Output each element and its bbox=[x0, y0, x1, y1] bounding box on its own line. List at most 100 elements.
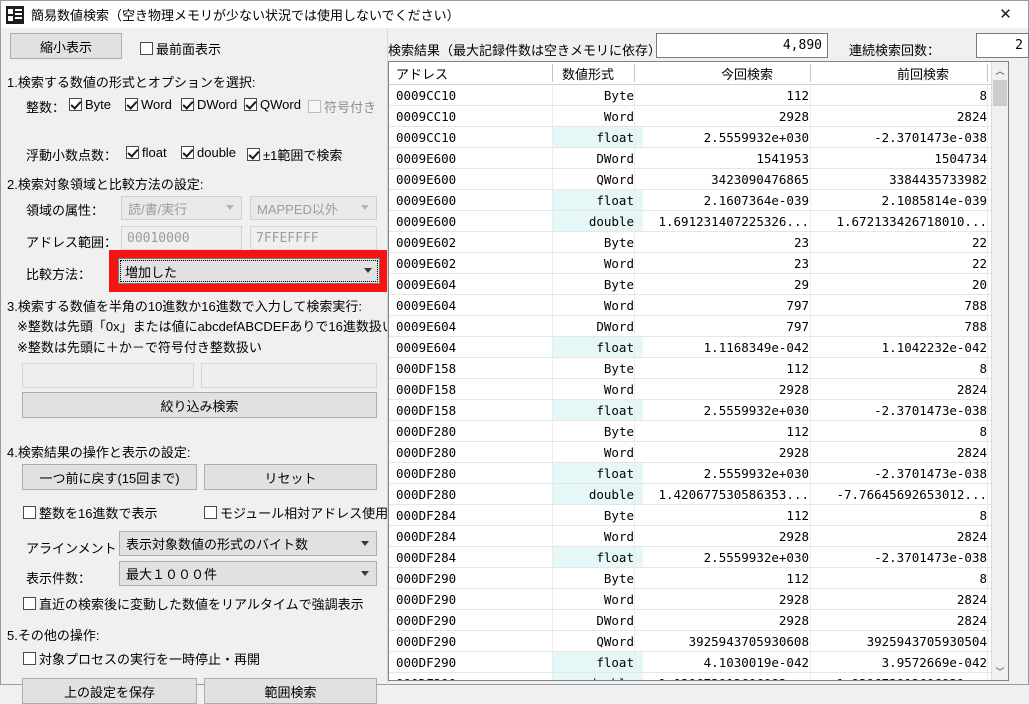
checkbox-byte[interactable]: Byte bbox=[69, 97, 111, 112]
table-row[interactable]: 000DF158 float 2.5559932e+030 -2.3701473e-0… bbox=[389, 400, 1008, 421]
compare-method-select[interactable]: 増加した bbox=[118, 258, 380, 284]
table-row[interactable]: 0009E604 Byte 29 20 bbox=[389, 274, 1008, 295]
vertical-scrollbar[interactable]: ︿ ﹀ bbox=[991, 62, 1008, 680]
chevron-down-icon bbox=[361, 570, 369, 576]
close-icon[interactable]: ✕ bbox=[983, 1, 1028, 28]
table-row[interactable]: 0009E600 double 1.691231407225326... 1.6721… bbox=[389, 211, 1008, 232]
table-row[interactable]: 0009E600 DWord 1541953 1504734 bbox=[389, 148, 1008, 169]
cell-previous-value: 2824 bbox=[956, 591, 987, 607]
table-row[interactable]: 0009E602 Word 23 22 bbox=[389, 253, 1008, 274]
section3-heading: 3.検索する数値を半角の10進数か16進数で入力して検索実行: bbox=[7, 299, 362, 314]
table-row[interactable]: 000DF290double1.939673912606982...1.9396… bbox=[389, 673, 1008, 681]
alignment-select[interactable]: 表示対象数値の形式のバイト数 bbox=[119, 531, 377, 556]
table-row[interactable]: 000DF280 double 1.420677530586353... -7.766… bbox=[389, 484, 1008, 505]
table-row[interactable]: 000DF280 float 2.5559932e+030 -2.3701473e-0… bbox=[389, 463, 1008, 484]
table-row[interactable]: 0009CC10 Byte 112 8 bbox=[389, 85, 1008, 106]
checkbox-float[interactable]: float bbox=[126, 145, 167, 160]
pause-process-checkbox[interactable]: 対象プロセスの実行を一時停止・再開 bbox=[23, 649, 260, 668]
cell-current-value: 2.5559932e+030 bbox=[703, 549, 809, 565]
hex-display-checkbox[interactable]: 整数を16進数で表示 bbox=[23, 503, 157, 522]
table-row[interactable]: 0009E604 float 1.1168349e-042 1.1042232e-04… bbox=[389, 337, 1008, 358]
table-row[interactable]: 000DF158 Byte 112 8 bbox=[389, 358, 1008, 379]
reset-button[interactable]: リセット bbox=[204, 464, 377, 490]
checkbox-label: Word bbox=[141, 97, 172, 112]
table-row[interactable]: 000DF290 Word 2928 2824 bbox=[389, 589, 1008, 610]
narrow-search-button[interactable]: 絞り込み検索 bbox=[22, 392, 377, 418]
cell-address: 0009E604 bbox=[396, 297, 457, 313]
table-row[interactable]: 000DF280 Byte 112 8 bbox=[389, 421, 1008, 442]
table-row[interactable]: 0009E602 Byte 23 22 bbox=[389, 232, 1008, 253]
cell-divider bbox=[987, 610, 988, 630]
column-divider[interactable] bbox=[987, 64, 988, 82]
checkbox-double[interactable]: double bbox=[181, 145, 236, 160]
checkbox-label: QWord bbox=[260, 97, 301, 112]
cell-address: 000DF290 bbox=[389, 673, 558, 681]
consecutive-search-label: 連続検索回数： bbox=[849, 43, 941, 58]
cell-current-value: 112 bbox=[786, 360, 809, 376]
checkbox-label: 対象プロセスの実行を一時停止・再開 bbox=[39, 652, 261, 667]
results-pane: 検索結果（最大記録件数は空きメモリに依存）： 4,890 連続検索回数： 2 ア… bbox=[388, 28, 1029, 685]
table-row[interactable]: 0009E600 QWord 3423090476865 3384435733982 bbox=[389, 169, 1008, 190]
cell-type: Byte bbox=[603, 423, 634, 439]
cell-type: float bbox=[553, 652, 643, 672]
column-divider[interactable] bbox=[810, 64, 811, 82]
cell-type: float bbox=[553, 337, 643, 357]
undo-button[interactable]: 一つ前に戻す(15回まで) bbox=[22, 464, 197, 490]
table-row[interactable]: 0009CC10 Word 2928 2824 bbox=[389, 106, 1008, 127]
cell-previous-value: 3925943705930504 bbox=[866, 633, 987, 649]
cell-current-value: 1.420677530586353... bbox=[658, 486, 809, 502]
shrink-view-button[interactable]: 縮小表示 bbox=[10, 33, 122, 59]
display-count-select[interactable]: 最大１０００件 bbox=[119, 561, 377, 586]
search-value-input-left[interactable] bbox=[22, 363, 194, 388]
realtime-highlight-checkbox[interactable]: 直近の検索後に変動した数値をリアルタイムで強調表示 bbox=[23, 594, 364, 613]
checkbox-box bbox=[125, 98, 138, 111]
table-row[interactable]: 0009E604 DWord 797 788 bbox=[389, 316, 1008, 337]
cell-address: 000DF290 bbox=[396, 591, 457, 607]
scroll-down-icon[interactable]: ﹀ bbox=[992, 663, 1008, 680]
table-row[interactable]: 000DF290 Byte 112 8 bbox=[389, 568, 1008, 589]
table-row[interactable]: 000DF284 float 2.5559932e+030 -2.3701473e-0… bbox=[389, 547, 1008, 568]
checkbox-word[interactable]: Word bbox=[125, 97, 172, 112]
table-row[interactable]: 000DF290 float 4.1030019e-042 3.9572669e-04… bbox=[389, 652, 1008, 673]
cell-divider bbox=[987, 169, 988, 189]
scrollbar-thumb[interactable] bbox=[993, 80, 1007, 106]
table-row[interactable]: 000DF290 DWord 2928 2824 bbox=[389, 610, 1008, 631]
window-title: 簡易数値検索（空き物理メモリが少ない状況では使用しないでください） bbox=[31, 8, 460, 23]
module-relative-checkbox[interactable]: モジュール相対アドレス使用 bbox=[204, 503, 388, 522]
column-header-previous[interactable]: 前回検索 bbox=[897, 62, 949, 84]
column-header-address[interactable]: アドレス bbox=[396, 62, 448, 84]
table-row[interactable]: 000DF280 Word 2928 2824 bbox=[389, 442, 1008, 463]
checkbox-label: DWord bbox=[197, 97, 238, 112]
scroll-up-icon[interactable]: ︿ bbox=[992, 62, 1008, 79]
table-row[interactable]: 000DF284 Byte 112 8 bbox=[389, 505, 1008, 526]
checkbox-plusminus-range[interactable]: ±1範囲で検索 bbox=[247, 145, 342, 164]
cell-previous-value: 2824 bbox=[956, 612, 987, 628]
table-row[interactable]: 0009CC10 float 2.5559932e+030 -2.3701473e-0… bbox=[389, 127, 1008, 148]
cell-current-value: 23 bbox=[793, 234, 809, 250]
cell-current-value: 2928 bbox=[778, 381, 809, 397]
range-search-button[interactable]: 範囲検索 bbox=[204, 678, 377, 704]
save-settings-button[interactable]: 上の設定を保存 bbox=[22, 678, 197, 704]
column-divider[interactable] bbox=[634, 64, 635, 82]
column-header-current[interactable]: 今回検索 bbox=[721, 62, 773, 84]
results-grid[interactable]: アドレス 数値形式 今回検索 前回検索 0009CC10 Byte 112 8 0009… bbox=[388, 61, 1009, 681]
topmost-checkbox[interactable]: 最前面表示 bbox=[140, 39, 221, 58]
table-row[interactable]: 0009E604 Word 797 788 bbox=[389, 295, 1008, 316]
search-value-input-right[interactable] bbox=[201, 363, 377, 388]
checkbox-box bbox=[181, 98, 194, 111]
table-row[interactable]: 000DF284 Word 2928 2824 bbox=[389, 526, 1008, 547]
cell-address: 000DF280 bbox=[396, 465, 457, 481]
table-row[interactable]: 000DF290 QWord 3925943705930608 39259437059… bbox=[389, 631, 1008, 652]
column-header-type[interactable]: 数値形式 bbox=[562, 62, 614, 84]
cell-previous-value: 20 bbox=[971, 276, 987, 292]
cell-divider bbox=[987, 148, 988, 168]
checkbox-qword[interactable]: QWord bbox=[244, 97, 301, 112]
checkbox-dword[interactable]: DWord bbox=[181, 97, 237, 112]
cell-previous-value: -2.3701473e-038 bbox=[874, 549, 987, 565]
cell-divider bbox=[987, 379, 988, 399]
cell-type: Byte bbox=[603, 276, 634, 292]
column-divider[interactable] bbox=[552, 64, 553, 82]
table-row[interactable]: 0009E600 float 2.1607364e-039 2.1085814e-03… bbox=[389, 190, 1008, 211]
table-row[interactable]: 000DF158 Word 2928 2824 bbox=[389, 379, 1008, 400]
select-value: 読/書/実行 bbox=[128, 201, 188, 217]
